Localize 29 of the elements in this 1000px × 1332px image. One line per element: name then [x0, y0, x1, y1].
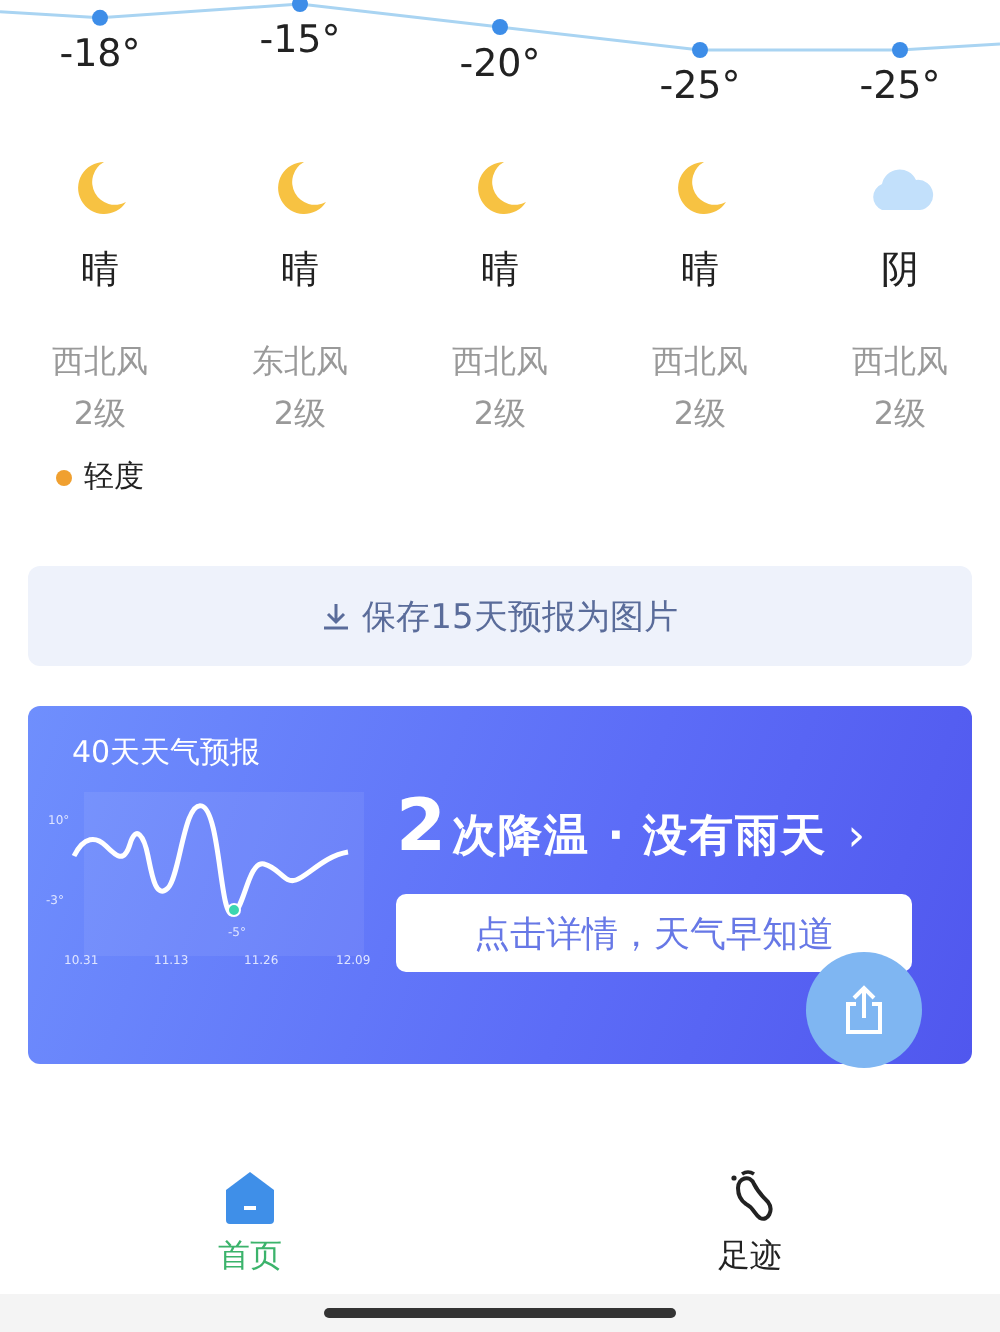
wind-level: 2级: [673, 392, 727, 436]
wind-direction: 东北风: [252, 340, 348, 384]
temperature-text: -25°: [659, 62, 741, 110]
wind-level: 2级: [873, 392, 927, 436]
nav-tab[interactable]: 足迹: [500, 1168, 1000, 1294]
chevron-icon: ›: [847, 812, 868, 862]
headline-text: 次降温 · 没有雨天: [452, 810, 828, 866]
wind-direction: 西北风: [652, 340, 748, 384]
condition-text: 晴: [81, 245, 119, 296]
wind-level: 2级: [473, 392, 527, 436]
wind-level: 2级: [273, 392, 327, 436]
wind-direction: 西北风: [452, 340, 548, 384]
condition-text: 晴: [281, 246, 319, 296]
save-image-button[interactable]: 保存15天预报为图片: [28, 566, 972, 666]
nav-tab[interactable]: 首页: [0, 1168, 500, 1294]
wind-direction: 西北风: [852, 340, 948, 384]
condition-text: 阴: [881, 246, 919, 296]
temperature-text: -25°: [859, 62, 941, 110]
condition-text: 晴: [481, 246, 519, 296]
condition-text: 晴: [681, 246, 719, 296]
temperature-text: -18°: [59, 29, 141, 78]
wind-direction: 西北风: [52, 339, 148, 384]
wind-level: 2级: [73, 391, 127, 436]
details-button[interactable]: 点击详情，天气早知道: [396, 894, 912, 972]
temperature-text: -15°: [259, 16, 341, 64]
card-title: 40天天气预报: [72, 734, 263, 772]
air-quality-label: 轻度: [84, 458, 144, 496]
headline-number: 2: [396, 794, 449, 862]
temperature-text: -20°: [459, 39, 541, 87]
